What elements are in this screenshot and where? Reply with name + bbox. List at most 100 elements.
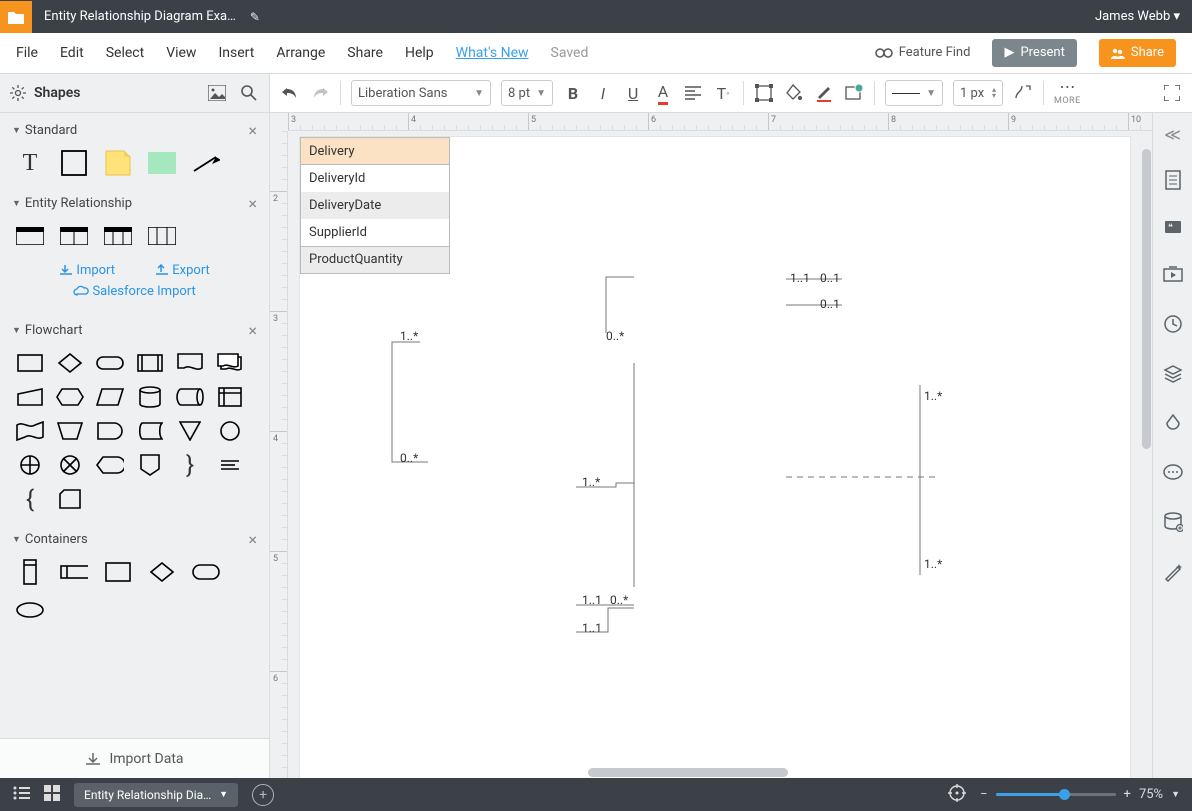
zoom-control[interactable]: − + 75% ▼ (980, 787, 1180, 802)
redo-icon[interactable] (310, 83, 330, 103)
fill-icon[interactable] (784, 83, 804, 103)
fc-internalstorage[interactable] (216, 386, 244, 408)
note-shape[interactable] (104, 152, 132, 174)
textcolor-icon[interactable]: A (653, 83, 673, 103)
fc-delay[interactable] (96, 420, 124, 442)
target-icon[interactable] (948, 784, 966, 806)
arrow-shape[interactable] (192, 152, 220, 174)
fc-manualop[interactable] (56, 420, 84, 442)
menu-help[interactable]: Help (405, 45, 434, 61)
chat-icon[interactable] (1163, 464, 1183, 486)
textformat-icon[interactable]: T◦ (713, 83, 733, 103)
layers-icon[interactable] (1163, 364, 1183, 388)
block-shape[interactable] (148, 152, 176, 174)
fc-papertape[interactable] (16, 420, 44, 442)
fc-database[interactable] (136, 386, 164, 408)
fullscreen-icon[interactable] (1162, 83, 1182, 103)
menu-insert[interactable]: Insert (218, 45, 254, 61)
scrollbar-h[interactable] (588, 768, 788, 777)
collapse-rail-icon[interactable]: ≪ (1164, 125, 1181, 144)
share-button[interactable]: Share (1099, 39, 1176, 67)
menu-file[interactable]: File (16, 45, 38, 61)
folder-icon[interactable] (0, 1, 32, 33)
import-data-button[interactable]: Import Data (0, 738, 269, 778)
menu-share[interactable]: Share (347, 45, 383, 61)
close-icon[interactable]: × (248, 321, 257, 340)
menu-edit[interactable]: Edit (60, 45, 84, 61)
ct-2[interactable] (60, 561, 88, 583)
er-shape-2[interactable] (60, 225, 88, 247)
feature-find[interactable]: Feature Find (875, 45, 971, 60)
present-icon[interactable] (1163, 266, 1183, 288)
ct-5[interactable] (192, 561, 220, 583)
canvas[interactable]: Supplier DeliveryId DeliveryDate Supplie… (288, 131, 1152, 778)
undo-icon[interactable] (280, 83, 300, 103)
whats-new-link[interactable]: What's New (456, 45, 529, 61)
fc-storeddata[interactable] (136, 420, 164, 442)
font-select[interactable]: Liberation Sans▼ (351, 80, 491, 106)
zoom-slider[interactable] (996, 793, 1116, 796)
menu-view[interactable]: View (166, 45, 196, 61)
page[interactable]: Supplier DeliveryId DeliveryDate Supplie… (300, 137, 1130, 778)
fc-multidoc[interactable] (216, 352, 244, 374)
linewidth-select[interactable]: 1 px▴▾ (953, 80, 1003, 106)
fc-note[interactable] (216, 454, 244, 476)
fc-display[interactable] (96, 454, 124, 476)
er-shape-1[interactable] (16, 225, 44, 247)
fc-offpage[interactable] (136, 454, 164, 476)
salesforce-import-link[interactable]: Salesforce Import (0, 284, 269, 313)
grid-icon[interactable] (44, 785, 60, 805)
import-link[interactable]: Import (59, 263, 115, 278)
ct-4[interactable] (148, 561, 176, 583)
connector-icon[interactable] (1013, 83, 1033, 103)
scrollbar-v[interactable] (1142, 149, 1151, 449)
group-containers[interactable]: ▼Containers× (0, 522, 269, 557)
menu-select[interactable]: Select (106, 45, 144, 61)
comments-icon[interactable]: ❝ (1164, 220, 1182, 240)
gear-icon[interactable] (10, 85, 26, 101)
fc-data[interactable] (96, 386, 124, 408)
page-settings-icon[interactable] (1164, 170, 1182, 194)
linecolor-icon[interactable] (814, 83, 834, 103)
fc-manualinput[interactable] (16, 386, 44, 408)
menu-arrange[interactable]: Arrange (276, 45, 325, 61)
close-icon[interactable]: × (248, 121, 257, 140)
text-shape[interactable]: T (16, 152, 44, 174)
fc-preparation[interactable] (56, 386, 84, 408)
add-page-button[interactable]: + (252, 784, 274, 806)
fc-predef[interactable] (136, 352, 164, 374)
rect-shape[interactable] (60, 152, 88, 174)
fontsize-select[interactable]: 8 pt▼ (501, 80, 553, 106)
ct-1[interactable] (16, 561, 44, 583)
data-icon[interactable] (1163, 512, 1183, 536)
ct-3[interactable] (104, 561, 132, 583)
fc-terminator[interactable] (96, 352, 124, 374)
ct-6[interactable] (16, 599, 44, 621)
close-icon[interactable]: × (248, 194, 257, 213)
image-icon[interactable] (207, 83, 227, 103)
fc-merge[interactable] (176, 420, 204, 442)
fc-process[interactable] (16, 352, 44, 374)
group-standard[interactable]: ▼Standard× (0, 113, 269, 148)
fc-or[interactable] (16, 454, 44, 476)
align-icon[interactable] (683, 83, 703, 103)
fill-icon[interactable] (1164, 414, 1182, 438)
history-icon[interactable] (1163, 314, 1183, 338)
bold-icon[interactable]: B (563, 83, 583, 103)
fc-document[interactable] (176, 352, 204, 374)
search-icon[interactable] (239, 83, 259, 103)
underline-icon[interactable]: U (623, 83, 643, 103)
close-icon[interactable]: × (248, 530, 257, 549)
present-button[interactable]: ▶ Present (992, 39, 1076, 67)
fc-connector[interactable] (216, 420, 244, 442)
zoom-value[interactable]: 75% (1139, 787, 1163, 802)
more-icon[interactable]: ⋯ (1057, 76, 1077, 96)
magic-icon[interactable] (1163, 562, 1183, 586)
er-shape-4[interactable] (148, 225, 176, 247)
fc-brace-l[interactable]: { (16, 488, 44, 510)
outline-icon[interactable] (12, 786, 30, 804)
fc-directdata[interactable] (176, 386, 204, 408)
export-link[interactable]: Export (155, 263, 210, 278)
zoom-in-icon[interactable]: + (1124, 787, 1131, 802)
user-menu[interactable]: James Webb ▾ (1095, 9, 1180, 24)
